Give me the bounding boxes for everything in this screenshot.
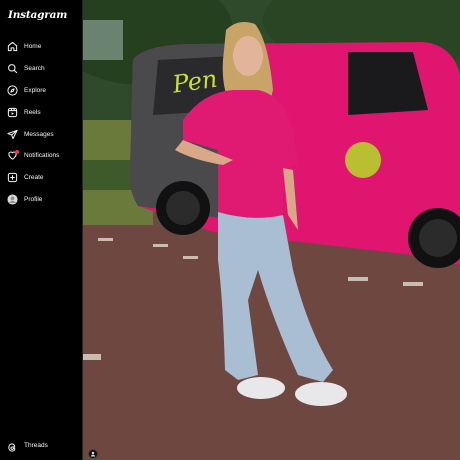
person-face [233, 36, 263, 76]
reels-icon [7, 107, 18, 118]
post-author-avatar[interactable] [88, 449, 98, 459]
threads-link[interactable]: Threads [7, 440, 48, 452]
person-shoe-right [295, 382, 347, 406]
van-wheel-front-rim [419, 219, 457, 257]
nav-label-home: Home [24, 43, 42, 51]
threads-label: Threads [24, 442, 48, 449]
messages-icon [7, 129, 18, 140]
nav-item-search[interactable]: Search [0, 58, 83, 80]
instagram-logo[interactable]: Instagram [8, 9, 67, 21]
nav-label-create: Create [24, 174, 44, 182]
nav-item-notifications[interactable]: Notifications [0, 145, 83, 167]
user-icon [90, 451, 96, 457]
photo-scene: Pen [83, 0, 460, 460]
notifications-icon [7, 150, 19, 161]
nav-item-reels[interactable]: Reels [0, 101, 83, 123]
nav-item-messages[interactable]: Messages [0, 123, 83, 145]
home-icon [7, 41, 18, 52]
nav-label-notifications: Notifications [24, 152, 60, 160]
post-photo[interactable]: Pen [83, 0, 460, 460]
create-icon [7, 172, 18, 183]
van-wheel-rear-rim [166, 191, 200, 225]
nav-label-search: Search [24, 65, 45, 73]
van-logo-emblem [345, 142, 381, 178]
nav-label-profile: Profile [24, 195, 43, 203]
notification-dot [15, 150, 19, 155]
sidebar: Instagram Home Search Explore Reels Mess… [0, 0, 83, 460]
nav-label-messages: Messages [24, 130, 54, 138]
profile-avatar [7, 194, 18, 205]
search-icon [7, 63, 18, 74]
explore-icon [7, 85, 18, 96]
sidebar-nav: Home Search Explore Reels Messages Notif… [0, 36, 83, 210]
nav-item-home[interactable]: Home [0, 36, 83, 58]
nav-item-profile[interactable]: Profile [0, 189, 83, 211]
nav-label-reels: Reels [24, 108, 41, 116]
nav-label-explore: Explore [24, 86, 47, 94]
nav-item-explore[interactable]: Explore [0, 80, 83, 102]
threads-icon [7, 440, 18, 452]
nav-item-create[interactable]: Create [0, 167, 83, 189]
sky-gap [83, 20, 123, 60]
person-shoe-left [237, 377, 285, 399]
